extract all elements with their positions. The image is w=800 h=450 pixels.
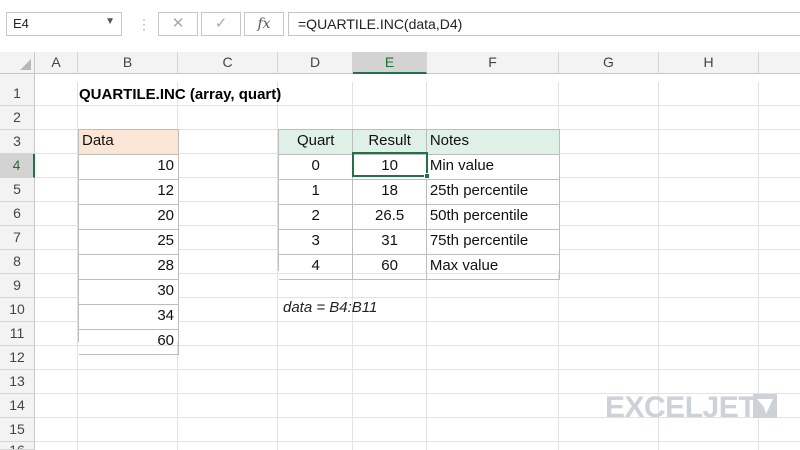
quart-cell[interactable]: 3 bbox=[279, 230, 354, 255]
name-box[interactable]: E4 ▼ bbox=[6, 12, 122, 36]
check-icon: ✓ bbox=[214, 15, 228, 32]
table-row: 4 60 Max value bbox=[279, 255, 561, 280]
chevron-down-icon[interactable]: ▼ bbox=[105, 16, 115, 27]
formula-input[interactable]: =QUARTILE.INC(data,D4) bbox=[288, 12, 800, 36]
column-header-h[interactable]: H bbox=[659, 52, 759, 74]
quart-cell[interactable]: 1 bbox=[279, 180, 354, 205]
column-header-b[interactable]: B bbox=[78, 52, 178, 74]
notes-cell[interactable]: 50th percentile bbox=[426, 205, 561, 230]
notes-cell[interactable]: Min value bbox=[426, 155, 561, 180]
enter-button[interactable]: ✓ bbox=[201, 12, 241, 36]
named-range-note: data = B4:B11 bbox=[283, 299, 378, 316]
table-row: 1 18 25th percentile bbox=[279, 180, 561, 205]
result-cell[interactable]: 18 bbox=[353, 180, 427, 205]
column-header-e[interactable]: E bbox=[353, 52, 427, 74]
row-header-9[interactable]: 9 bbox=[0, 274, 35, 298]
notes-cell[interactable]: 75th percentile bbox=[426, 230, 561, 255]
column-header-d[interactable]: D bbox=[278, 52, 353, 74]
result-cell[interactable]: 31 bbox=[353, 230, 427, 255]
notes-cell[interactable]: 25th percentile bbox=[426, 180, 561, 205]
select-all-button[interactable] bbox=[0, 52, 35, 74]
grid-top-gap bbox=[35, 74, 800, 82]
exceljet-logo-icon bbox=[753, 394, 777, 418]
quart-cell[interactable]: 2 bbox=[279, 205, 354, 230]
row-header-7[interactable]: 7 bbox=[0, 226, 35, 250]
cancel-button[interactable]: ✕ bbox=[158, 12, 198, 36]
row-header-gap bbox=[0, 74, 35, 82]
row-header-11[interactable]: 11 bbox=[0, 322, 35, 346]
row-header-15[interactable]: 15 bbox=[0, 418, 35, 442]
data-value-cell[interactable]: 10 bbox=[79, 155, 179, 180]
quart-cell[interactable]: 0 bbox=[279, 155, 354, 180]
row-header-4[interactable]: 4 bbox=[0, 154, 35, 178]
row-header-10[interactable]: 10 bbox=[0, 298, 35, 322]
formula-bar: E4 ▼ ⋮ ✕ ✓ fx =QUARTILE.INC(data,D4) bbox=[0, 0, 800, 52]
data-value-cell[interactable]: 12 bbox=[79, 180, 179, 205]
fill-handle[interactable] bbox=[424, 173, 430, 179]
data-value-cell[interactable]: 34 bbox=[79, 305, 179, 330]
close-icon: ✕ bbox=[171, 15, 185, 32]
result-cell[interactable]: 60 bbox=[353, 255, 427, 280]
name-box-value: E4 bbox=[13, 16, 29, 31]
data-header[interactable]: Data bbox=[79, 130, 179, 155]
row-header-8[interactable]: 8 bbox=[0, 250, 35, 274]
column-header-g[interactable]: G bbox=[559, 52, 659, 74]
sheet-title: QUARTILE.INC (array, quart) bbox=[79, 86, 282, 103]
drag-handle-icon[interactable]: ⋮ bbox=[137, 15, 151, 33]
notes-header[interactable]: Notes bbox=[426, 130, 561, 155]
table-row: 2 26.5 50th percentile bbox=[279, 205, 561, 230]
column-header-f[interactable]: F bbox=[427, 52, 559, 74]
data-value-cell[interactable]: 20 bbox=[79, 205, 179, 230]
exceljet-logo: EXCELJET bbox=[605, 391, 757, 424]
row-header-5[interactable]: 5 bbox=[0, 178, 35, 202]
quart-header[interactable]: Quart bbox=[279, 130, 354, 155]
column-header-c[interactable]: C bbox=[178, 52, 278, 74]
row-header-16[interactable]: 16 bbox=[0, 442, 35, 450]
row-header-2[interactable]: 2 bbox=[0, 106, 35, 130]
select-all-icon bbox=[20, 59, 31, 70]
row-header-13[interactable]: 13 bbox=[0, 370, 35, 394]
data-table: Data 10 12 20 25 28 30 34 60 bbox=[78, 129, 179, 355]
formula-text: =QUARTILE.INC(data,D4) bbox=[298, 16, 463, 32]
row-header-12[interactable]: 12 bbox=[0, 346, 35, 370]
row-header-14[interactable]: 14 bbox=[0, 394, 35, 418]
table-row: 3 31 75th percentile bbox=[279, 230, 561, 255]
data-value-cell[interactable]: 30 bbox=[79, 280, 179, 305]
column-header-i[interactable] bbox=[759, 52, 800, 74]
active-cell-outline[interactable] bbox=[352, 152, 428, 177]
row-header-1[interactable]: 1 bbox=[0, 82, 35, 106]
quart-cell[interactable]: 4 bbox=[279, 255, 354, 280]
result-cell[interactable]: 26.5 bbox=[353, 205, 427, 230]
quartile-table: Quart Result Notes 0 10 Min value 1 18 2… bbox=[278, 129, 561, 280]
data-value-cell[interactable]: 60 bbox=[79, 330, 179, 355]
data-value-cell[interactable]: 25 bbox=[79, 230, 179, 255]
column-header-a[interactable]: A bbox=[35, 52, 78, 74]
notes-cell[interactable]: Max value bbox=[426, 255, 561, 280]
row-header-3[interactable]: 3 bbox=[0, 130, 35, 154]
row-header-6[interactable]: 6 bbox=[0, 202, 35, 226]
function-icon: fx bbox=[257, 16, 271, 32]
insert-function-button[interactable]: fx bbox=[244, 12, 284, 36]
data-value-cell[interactable]: 28 bbox=[79, 255, 179, 280]
